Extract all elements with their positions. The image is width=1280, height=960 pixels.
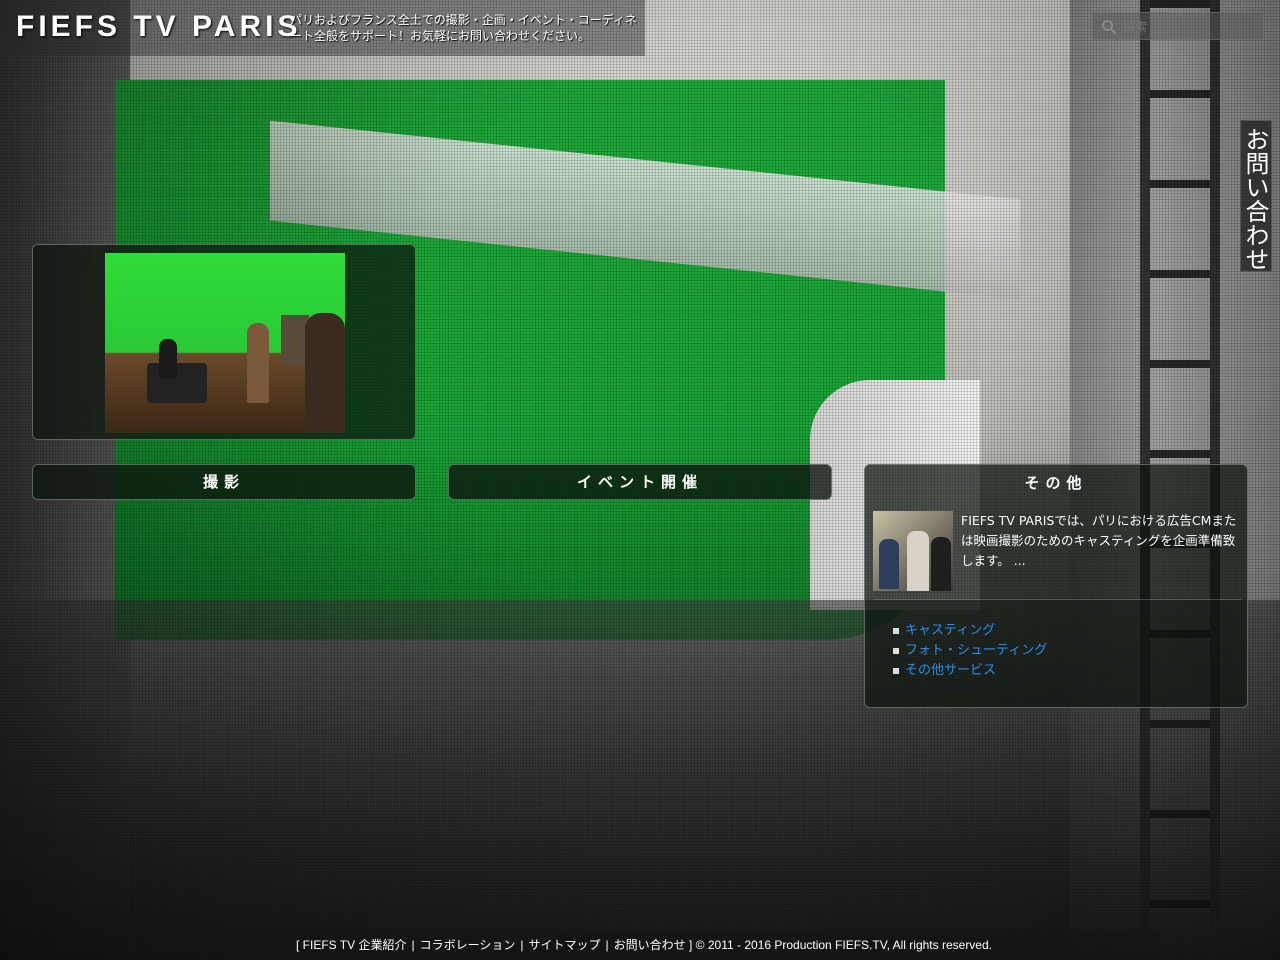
search-box[interactable] — [1092, 12, 1264, 40]
list-item: キャスティング — [893, 621, 1047, 641]
thumb-person — [907, 531, 929, 591]
other-links-list: キャスティング フォト・シューティング その他サービス — [893, 621, 1047, 681]
footer-separator: | — [520, 938, 524, 952]
search-input[interactable] — [1121, 17, 1261, 37]
contact-side-tab[interactable]: お問い合わせ — [1240, 120, 1272, 272]
thumb-person — [931, 537, 951, 591]
tab-event[interactable]: イベント開催 — [448, 464, 832, 500]
other-services-panel: その他 FIEFS TV PARISでは、パリにおける広告CMまたは映画撮影のた… — [864, 464, 1248, 708]
site-header: FIEFS TV PARIS パリおよびフランス全土での撮影・企画・イベント・コ… — [0, 0, 645, 56]
footer-bracket-close: ] — [688, 938, 693, 952]
link-photo-shooting[interactable]: フォト・シューティング — [905, 643, 1047, 658]
link-other-services[interactable]: その他サービス — [905, 663, 996, 678]
scene-table — [147, 363, 207, 403]
list-item: フォト・シューティング — [893, 641, 1047, 661]
footer-separator: | — [605, 938, 609, 952]
link-casting[interactable]: キャスティング — [905, 623, 995, 638]
divider — [873, 599, 1241, 600]
footer-bracket-open: [ — [295, 938, 300, 952]
scene-person — [305, 313, 345, 433]
footer-copyright: © 2011 - 2016 Production FIEFS.TV, All r… — [695, 938, 992, 952]
footer-link-collaboration[interactable]: コラボレーション — [420, 938, 516, 952]
search-icon — [1102, 20, 1117, 35]
site-footer: [ FIEFS TV 企業紹介 | コラボレーション | サイトマップ | お問い合わせ ]… — [128, 930, 1160, 960]
scene-person — [247, 323, 269, 403]
other-description: FIEFS TV PARISでは、パリにおける広告CMまたは映画撮影のためのキャ… — [961, 513, 1237, 568]
footer-link-sitemap[interactable]: サイトマップ — [528, 938, 600, 952]
footer-link-contact[interactable]: お問い合わせ — [614, 938, 686, 952]
tab-shooting[interactable]: 撮影 — [32, 464, 416, 500]
list-item: その他サービス — [893, 661, 1047, 681]
casting-thumbnail[interactable] — [873, 511, 953, 591]
scene-person — [159, 339, 177, 379]
video-thumbnail[interactable] — [105, 253, 345, 433]
site-logo[interactable]: FIEFS TV PARIS — [16, 10, 301, 44]
other-panel-title[interactable]: その他 — [865, 465, 1247, 501]
footer-separator: | — [411, 938, 415, 952]
footer-link-company[interactable]: FIEFS TV 企業紹介 — [303, 938, 407, 952]
video-panel — [32, 244, 416, 440]
thumb-person — [879, 539, 899, 589]
site-tagline: パリおよびフランス全土での撮影・企画・イベント・コーディネート全般をサポート！お… — [290, 13, 637, 43]
